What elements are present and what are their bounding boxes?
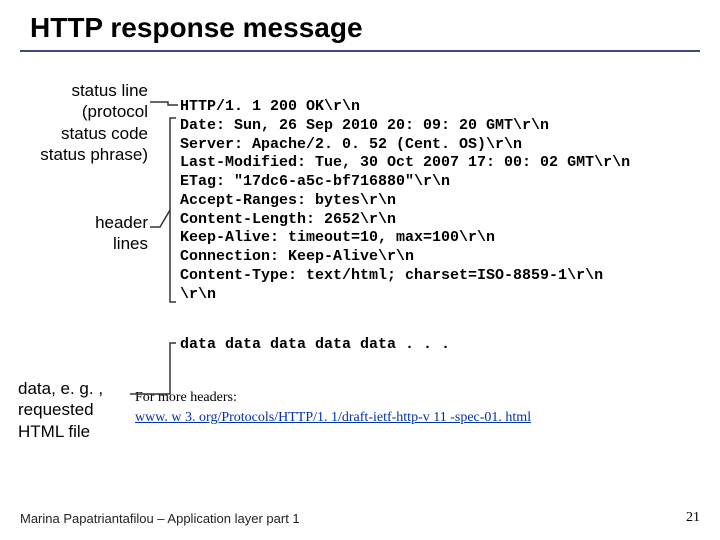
resp-line-5: Accept-Ranges: bytes\r\n (180, 192, 396, 209)
more-headers-link[interactable]: www. w 3. org/Protocols/HTTP/1. 1/draft-… (135, 410, 531, 425)
annotation-headers-text: header lines (8, 212, 148, 255)
more-headers-label: For more headers: (135, 390, 237, 405)
resp-line-4: ETag: "17dc6-a5c-bf716880"\r\n (180, 173, 450, 190)
slide-footer: Marina Papatriantafilou – Application la… (20, 511, 300, 526)
annotation-status-text: status line (protocol status code status… (8, 80, 148, 165)
resp-line-7: Keep-Alive: timeout=10, max=100\r\n (180, 229, 495, 246)
annotation-header-lines: header lines (8, 212, 148, 255)
resp-line-10: \r\n (180, 286, 216, 303)
resp-line-8: Connection: Keep-Alive\r\n (180, 248, 414, 265)
resp-line-6: Content-Length: 2652\r\n (180, 211, 396, 228)
annotation-data-text: data, e. g. , requested HTML file (18, 378, 128, 442)
more-headers-note: For more headers: www. w 3. org/Protocol… (135, 388, 531, 427)
resp-line-9: Content-Type: text/html; charset=ISO-885… (180, 267, 603, 284)
resp-line-3: Last-Modified: Tue, 30 Oct 2007 17: 00: … (180, 154, 630, 171)
resp-line-2: Server: Apache/2. 0. 52 (Cent. OS)\r\n (180, 136, 522, 153)
http-response-block: HTTP/1. 1 200 OK\r\n Date: Sun, 26 Sep 2… (180, 98, 630, 304)
slide-body: status line (protocol status code status… (0, 52, 720, 472)
resp-line-1: Date: Sun, 26 Sep 2010 20: 09: 20 GMT\r\… (180, 117, 549, 134)
slide-title: HTTP response message (0, 0, 720, 50)
annotation-status-line: status line (protocol status code status… (8, 80, 148, 165)
resp-line-0: HTTP/1. 1 200 OK\r\n (180, 98, 360, 115)
slide-number: 21 (686, 510, 700, 526)
http-body-line: data data data data data . . . (180, 336, 450, 353)
annotation-data: data, e. g. , requested HTML file (18, 378, 128, 442)
